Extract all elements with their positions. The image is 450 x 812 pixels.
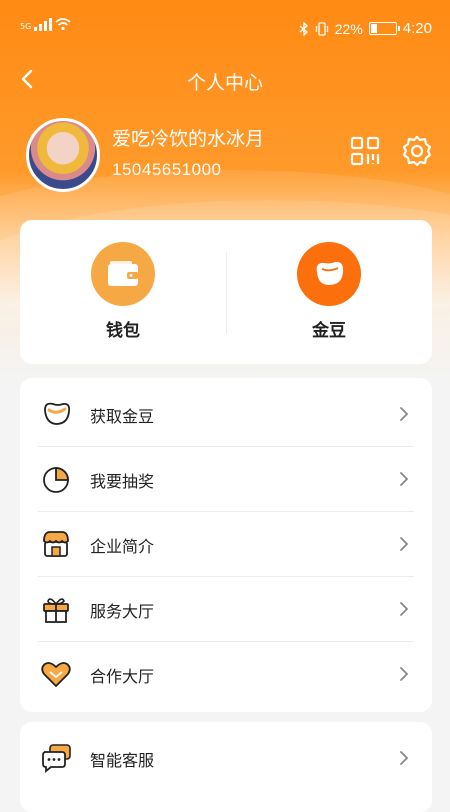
shop-icon bbox=[43, 531, 69, 557]
chat-bubble-icon bbox=[42, 744, 71, 773]
menu-item-cooperation-hall[interactable]: 合作大厅 bbox=[38, 642, 414, 706]
menu-item-label: 合作大厅 bbox=[90, 667, 155, 686]
menu-card: 获取金豆 我要抽奖 企业简介 服务大厅 合作大厅 bbox=[20, 378, 432, 712]
chevron-right-icon bbox=[400, 472, 409, 486]
chevron-right-icon bbox=[400, 751, 409, 765]
menu-item-smart-support[interactable]: 智能客服 bbox=[38, 726, 414, 790]
signal-group: 5G bbox=[20, 18, 71, 31]
pie-chart-icon bbox=[43, 467, 69, 493]
battery-icon bbox=[368, 22, 400, 35]
qr-code-icon[interactable] bbox=[350, 136, 380, 166]
menu-item-service-hall[interactable]: 服务大厅 bbox=[38, 577, 414, 642]
avatar[interactable] bbox=[26, 118, 100, 192]
clock: 4:20 bbox=[402, 20, 432, 37]
menu-item-lottery[interactable]: 我要抽奖 bbox=[38, 447, 414, 512]
menu-item-label: 企业简介 bbox=[90, 537, 155, 556]
chevron-right-icon bbox=[400, 407, 409, 421]
menu-item-company-intro[interactable]: 企业简介 bbox=[38, 512, 414, 577]
battery-percent: 22% bbox=[334, 20, 363, 37]
menu-card-2: 智能客服 bbox=[20, 722, 432, 812]
page-title: 个人中心 bbox=[186, 72, 263, 94]
chevron-right-icon bbox=[400, 667, 409, 681]
signal-icon bbox=[34, 18, 53, 31]
quick-actions-card: 钱包 金豆 bbox=[20, 220, 432, 364]
menu-item-get-beans[interactable]: 获取金豆 bbox=[38, 382, 414, 447]
wifi-icon bbox=[55, 18, 71, 31]
heart-hands-icon bbox=[41, 662, 71, 687]
bean-icon bbox=[297, 242, 361, 306]
user-phone: 15045651000 bbox=[112, 160, 222, 179]
chevron-right-icon bbox=[400, 602, 409, 616]
network-label: 5G bbox=[20, 22, 32, 31]
bean-button[interactable]: 金豆 bbox=[226, 242, 432, 341]
gift-icon bbox=[43, 598, 69, 623]
user-name: 爱吃冷饮的水冰月 bbox=[112, 128, 265, 150]
nav-bar: 个人中心 bbox=[0, 60, 450, 100]
menu-item-label: 智能客服 bbox=[90, 751, 155, 770]
status-right: 22% 4:20 bbox=[299, 20, 432, 37]
wallet-button[interactable]: 钱包 bbox=[20, 242, 226, 341]
bean-outline-icon bbox=[44, 402, 71, 425]
menu-item-label: 获取金豆 bbox=[90, 407, 155, 426]
wallet-label: 钱包 bbox=[106, 321, 140, 341]
menu-item-label: 服务大厅 bbox=[90, 602, 155, 621]
chevron-right-icon bbox=[400, 537, 409, 551]
vibrate-icon bbox=[315, 21, 328, 36]
bean-label: 金豆 bbox=[312, 321, 346, 341]
status-bar: 5G 22% 4:20 bbox=[0, 0, 450, 56]
settings-gear-icon[interactable] bbox=[400, 134, 434, 168]
menu-item-label: 我要抽奖 bbox=[90, 472, 155, 491]
wallet-icon bbox=[91, 242, 155, 306]
bluetooth-icon bbox=[299, 21, 308, 36]
